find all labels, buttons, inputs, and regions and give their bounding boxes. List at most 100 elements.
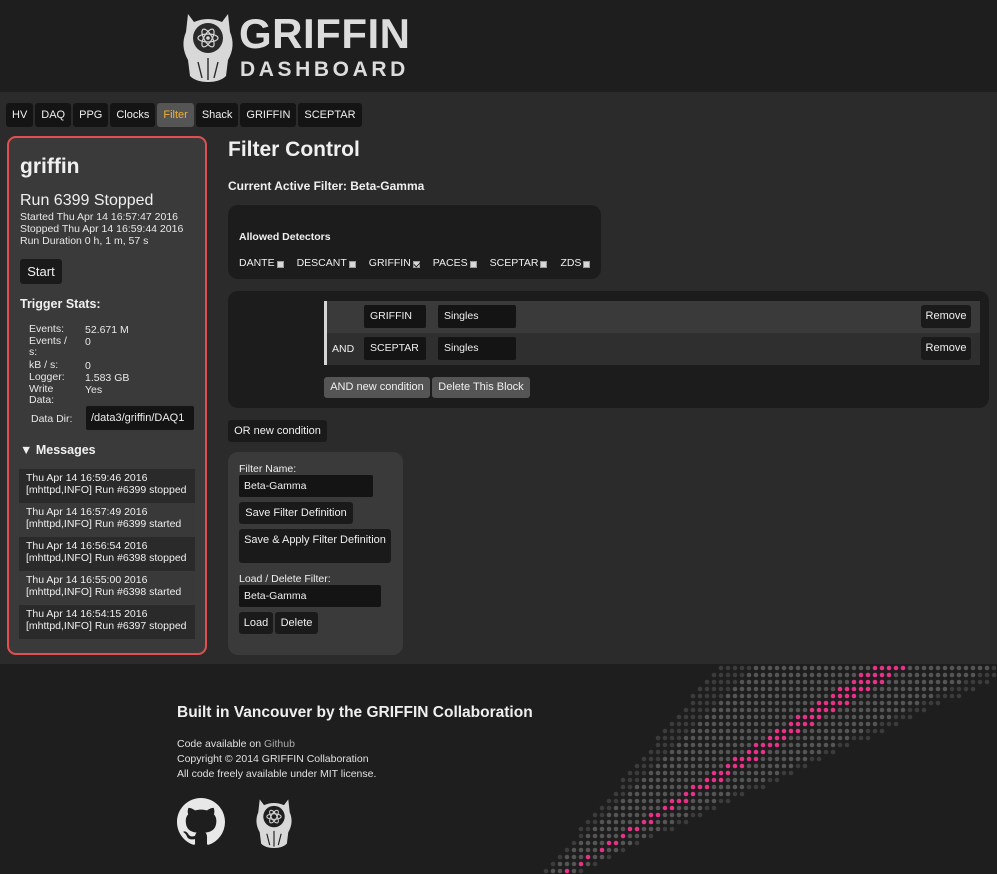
detector-paces: PACES (433, 257, 477, 269)
delete-block-button[interactable]: Delete This Block (432, 377, 530, 398)
tab-shack[interactable]: Shack (195, 103, 239, 127)
data-dir-field[interactable]: /data3/griffin/DAQ1 (86, 406, 194, 430)
current-filter-label: Current Active Filter: (228, 179, 347, 193)
condition-detector-select[interactable]: SCEPTAR (364, 337, 426, 360)
stat-logger-value: 1.583 GB (85, 372, 130, 384)
tab-griffin[interactable]: GRIFFIN (240, 103, 297, 127)
delete-filter-button[interactable]: Delete (275, 612, 318, 634)
load-filter-select[interactable]: Beta-Gamma (239, 585, 381, 607)
load-filter-button[interactable]: Load (239, 612, 273, 634)
checkbox-icon[interactable] (348, 261, 356, 268)
detector-label: DESCANT (296, 257, 347, 269)
message-time: Thu Apr 14 16:55:00 2016 (26, 574, 148, 586)
message-item: Thu Apr 14 16:54:15 2016 [mhttpd,INFO] R… (19, 605, 195, 639)
message-time: Thu Apr 14 16:57:49 2016 (26, 506, 148, 518)
message-text: [mhttpd,INFO] Run #6397 stopped (26, 620, 187, 632)
condition-row: AND SCEPTAR Singles Remove (327, 333, 980, 365)
tab-filter[interactable]: Filter (157, 103, 194, 127)
message-text: [mhttpd,INFO] Run #6398 started (26, 586, 182, 598)
remove-condition-button[interactable]: Remove (921, 305, 971, 328)
detector-griffin: GRIFFIN (369, 257, 420, 269)
messages-toggle[interactable]: ▼ Messages (20, 443, 96, 457)
experiment-name: griffin (20, 155, 80, 178)
nav-tabs: HV DAQ PPG Clocks Filter Shack GRIFFIN S… (6, 103, 362, 127)
footer-code-line: Code available on Github (177, 738, 295, 750)
message-item: Thu Apr 14 16:57:49 2016 [mhttpd,INFO] R… (19, 503, 195, 537)
filter-name-input[interactable]: Beta-Gamma (239, 475, 373, 497)
detector-label: DANTE (239, 257, 275, 269)
condition-row: GRIFFIN Singles Remove (327, 301, 980, 333)
stat-kb-rate-value: 0 (85, 360, 91, 372)
page-title: Filter Control (228, 138, 360, 161)
current-filter-value: Beta-Gamma (350, 179, 425, 193)
data-dir-label: Data Dir: (31, 413, 73, 425)
detector-sceptar: SCEPTAR (490, 257, 548, 269)
run-duration: Run Duration 0 h, 1 m, 57 s (20, 235, 149, 247)
message-item: Thu Apr 14 16:55:00 2016 [mhttpd,INFO] R… (19, 571, 195, 605)
footer-copyright: Copyright © 2014 GRIFFIN Collaboration (177, 753, 369, 765)
stat-events-rate-label: Events / s: (29, 335, 67, 358)
checkbox-icon[interactable] (583, 261, 591, 268)
detector-zds: ZDS (560, 257, 591, 269)
stat-events-label: Events: (29, 323, 65, 335)
start-run-button[interactable]: Start (20, 259, 62, 284)
condition-operator: AND (332, 343, 355, 355)
stat-kb-rate-label: kB / s: (29, 359, 59, 371)
message-text: [mhttpd,INFO] Run #6399 started (26, 518, 182, 530)
checkbox-icon[interactable] (276, 261, 284, 268)
detector-label: SCEPTAR (489, 257, 539, 269)
load-delete-label: Load / Delete Filter: (239, 573, 331, 585)
run-started: Started Thu Apr 14 16:57:47 2016 (20, 211, 179, 223)
tab-clocks[interactable]: Clocks (110, 103, 156, 127)
message-text: [mhttpd,INFO] Run #6398 stopped (26, 552, 187, 564)
github-link[interactable]: Github (264, 738, 295, 750)
run-status-sidebar: griffin Run 6399 Stopped Started Thu Apr… (7, 136, 207, 655)
condition-block-panel: GRIFFIN Singles Remove AND SCEPTAR Singl… (228, 291, 989, 408)
message-time: Thu Apr 14 16:56:54 2016 (26, 540, 148, 552)
condition-detector-select[interactable]: GRIFFIN (364, 305, 426, 328)
detector-descant: DESCANT (297, 257, 356, 269)
filter-name-label: Filter Name: (239, 463, 297, 475)
code-available-text: Code available on (177, 738, 262, 750)
run-stopped: Stopped Thu Apr 14 16:59:44 2016 (20, 223, 184, 235)
tab-hv[interactable]: HV (6, 103, 34, 127)
logo-title: GRIFFIN (239, 10, 411, 57)
detector-label: GRIFFIN (368, 257, 411, 269)
detector-label: PACES (432, 257, 468, 269)
allowed-detectors-panel: Allowed Detectors DANTE DESCANT GRIFFIN … (228, 205, 601, 279)
tab-daq[interactable]: DAQ (35, 103, 72, 127)
current-active-filter: Current Active Filter: Beta-Gamma (228, 179, 424, 193)
message-time: Thu Apr 14 16:54:15 2016 (26, 608, 148, 620)
owl-logo-icon (256, 799, 292, 848)
tab-sceptar[interactable]: SCEPTAR (298, 103, 362, 127)
detector-label: ZDS (560, 257, 582, 269)
stat-events-value: 52.671 M (85, 324, 129, 336)
tab-ppg[interactable]: PPG (73, 103, 109, 127)
owl-logo-icon (183, 14, 233, 82)
footer: Built in Vancouver by the GRIFFIN Collab… (0, 664, 997, 874)
checkbox-icon[interactable] (540, 261, 548, 268)
header: GRIFFIN DASHBOARD (0, 0, 997, 92)
condition-type-select[interactable]: Singles (438, 337, 516, 360)
stat-write-data-label: Write Data: (29, 383, 55, 406)
messages-list: Thu Apr 14 16:59:46 2016 [mhttpd,INFO] R… (19, 469, 195, 639)
save-filter-button[interactable]: Save Filter Definition (239, 502, 353, 524)
filter-name-panel: Filter Name: Beta-Gamma Save Filter Defi… (228, 452, 403, 655)
save-apply-filter-button[interactable]: Save & Apply Filter Definition (239, 529, 391, 563)
stat-events-rate-value: 0 (85, 336, 91, 348)
detector-checkboxes: DANTE DESCANT GRIFFIN PACES SCEPTAR ZDS (239, 257, 591, 269)
checkbox-icon[interactable] (469, 261, 477, 268)
footer-title: Built in Vancouver by the GRIFFIN Collab… (177, 704, 533, 721)
github-icon[interactable] (177, 798, 225, 846)
remove-condition-button[interactable]: Remove (921, 337, 971, 360)
or-new-condition-button[interactable]: OR new condition (228, 420, 327, 442)
message-time: Thu Apr 14 16:59:46 2016 (26, 472, 148, 484)
and-new-condition-button[interactable]: AND new condition (324, 377, 430, 398)
stat-logger-label: Logger: (29, 371, 65, 383)
stat-write-data-value: Yes (85, 384, 103, 396)
checkbox-icon[interactable] (412, 261, 420, 268)
message-item: Thu Apr 14 16:59:46 2016 [mhttpd,INFO] R… (19, 469, 195, 503)
footer-license: All code freely available under MIT lice… (177, 768, 377, 780)
detector-dante: DANTE (239, 257, 284, 269)
condition-type-select[interactable]: Singles (438, 305, 516, 328)
